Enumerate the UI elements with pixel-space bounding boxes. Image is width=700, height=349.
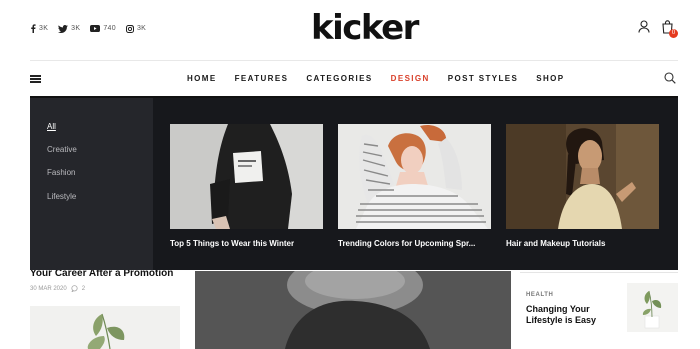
post-image-plant[interactable] xyxy=(30,306,180,349)
cart-count-badge: 0 xyxy=(669,29,678,38)
comment-count: 2 xyxy=(81,285,86,292)
social-facebook[interactable]: 3K xyxy=(30,24,48,33)
site-logo[interactable]: kicker xyxy=(311,8,419,48)
mega-category-lifestyle[interactable]: Lifestyle xyxy=(47,192,76,201)
mega-category-all[interactable]: All xyxy=(47,122,56,131)
user-icon[interactable] xyxy=(638,20,650,33)
top-bar: 3K 3K 740 3K kicker 0 xyxy=(0,0,700,60)
menu-icon[interactable] xyxy=(30,75,41,83)
mega-post-title[interactable]: Top 5 Things to Wear this Winter xyxy=(170,239,323,248)
mega-menu-dropdown: All Creative Fashion Lifestyle Top 5 Thi… xyxy=(30,98,678,270)
youtube-icon xyxy=(90,25,101,32)
post-date: 30 MAR 2020 xyxy=(30,285,67,292)
mega-category-creative[interactable]: Creative xyxy=(47,145,77,154)
twitter-count: 3K xyxy=(71,25,81,32)
main-navigation: HOME FEATURES CATEGORIES DESIGN POST STY… xyxy=(0,62,700,96)
nav-item-post-styles[interactable]: POST STYLES xyxy=(448,74,519,83)
instagram-count: 3K xyxy=(136,25,147,32)
post-meta: 30 MAR 2020 2 xyxy=(30,285,85,292)
mega-post-title[interactable]: Trending Colors for Upcoming Spr... xyxy=(338,239,491,248)
facebook-count: 3K xyxy=(39,25,49,32)
social-instagram[interactable]: 3K xyxy=(125,24,147,33)
youtube-count: 740 xyxy=(103,25,116,32)
mega-post-card[interactable]: Trending Colors for Upcoming Spr... xyxy=(338,124,491,248)
comment-icon xyxy=(71,285,78,292)
header-divider xyxy=(30,60,678,61)
mega-menu-category-list: All Creative Fashion Lifestyle xyxy=(30,98,153,270)
featured-image-portrait[interactable] xyxy=(195,271,511,349)
nav-item-categories[interactable]: CATEGORIES xyxy=(306,74,372,83)
nav-item-shop[interactable]: SHOP xyxy=(536,74,564,83)
nav-menu: HOME FEATURES CATEGORIES DESIGN POST STY… xyxy=(187,74,565,83)
sidebar-post-category[interactable]: HEALTH xyxy=(526,292,554,298)
nav-item-features[interactable]: FEATURES xyxy=(235,74,289,83)
mega-post-card[interactable]: Hair and Makeup Tutorials xyxy=(506,124,659,248)
nav-item-design[interactable]: DESIGN xyxy=(391,74,430,83)
nav-item-home[interactable]: HOME xyxy=(187,74,217,83)
social-links: 3K 3K 740 3K xyxy=(30,24,146,33)
post-image-winter-wear[interactable] xyxy=(170,124,323,229)
post-image-hair-makeup[interactable] xyxy=(506,124,659,229)
sidebar-divider xyxy=(520,272,678,273)
mega-post-title[interactable]: Hair and Makeup Tutorials xyxy=(506,239,659,248)
social-twitter[interactable]: 3K xyxy=(58,24,81,33)
sidebar-post-title[interactable]: Changing Your Lifestyle is Easy xyxy=(526,304,616,326)
post-image-trending-colors[interactable] xyxy=(338,124,491,229)
twitter-icon xyxy=(58,24,69,33)
mega-category-fashion[interactable]: Fashion xyxy=(47,168,75,177)
mega-post-card[interactable]: Top 5 Things to Wear this Winter xyxy=(170,124,323,248)
instagram-icon xyxy=(125,24,134,33)
search-icon[interactable] xyxy=(664,72,676,84)
social-youtube[interactable]: 740 xyxy=(90,25,116,32)
sidebar-post-thumbnail[interactable] xyxy=(627,283,678,332)
facebook-icon xyxy=(31,24,36,33)
